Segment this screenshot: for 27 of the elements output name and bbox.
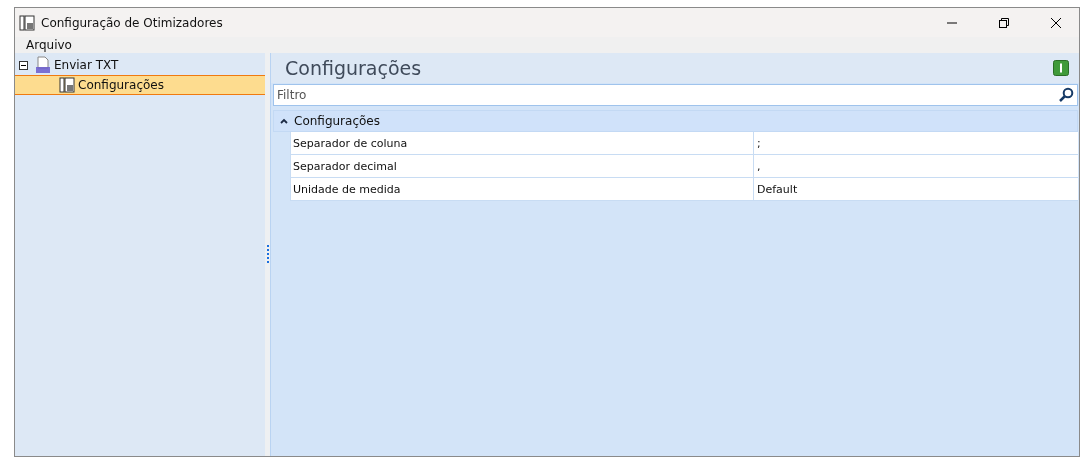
property-value[interactable]: Default (754, 178, 1078, 200)
menu-item[interactable]: Arquivo (21, 38, 77, 52)
property-name: Separador decimal (291, 155, 754, 177)
grip-icon[interactable] (266, 243, 269, 266)
tree-item[interactable]: Enviar TXT (15, 55, 265, 75)
filter-input[interactable]: Filtro (274, 88, 1058, 102)
search-icon[interactable] (1058, 87, 1074, 103)
property-value[interactable]: , (754, 155, 1078, 177)
chevron-up-icon[interactable] (280, 118, 288, 124)
close-icon (1051, 17, 1061, 28)
collapse-icon[interactable] (19, 60, 28, 70)
status-icon[interactable] (1053, 60, 1069, 76)
tree-label: Enviar TXT (54, 58, 119, 72)
app-icon (19, 14, 35, 31)
restore-icon (999, 17, 1009, 28)
tree-item[interactable]: Configurações (15, 75, 265, 95)
property-name: Unidade de medida (291, 178, 754, 200)
window-title: Configuração de Otimizadores (41, 15, 224, 30)
property-value[interactable]: ; (754, 132, 1078, 154)
panel-title: Configurações (285, 57, 422, 79)
group-label: Configurações (294, 114, 380, 128)
tree-label: Configurações (78, 78, 164, 92)
document-icon (35, 56, 51, 74)
app-icon (59, 77, 75, 93)
filter-field[interactable]: Filtro (273, 84, 1078, 106)
group-header[interactable]: Configurações (273, 110, 1078, 132)
property-name: Separador de coluna (291, 132, 754, 154)
